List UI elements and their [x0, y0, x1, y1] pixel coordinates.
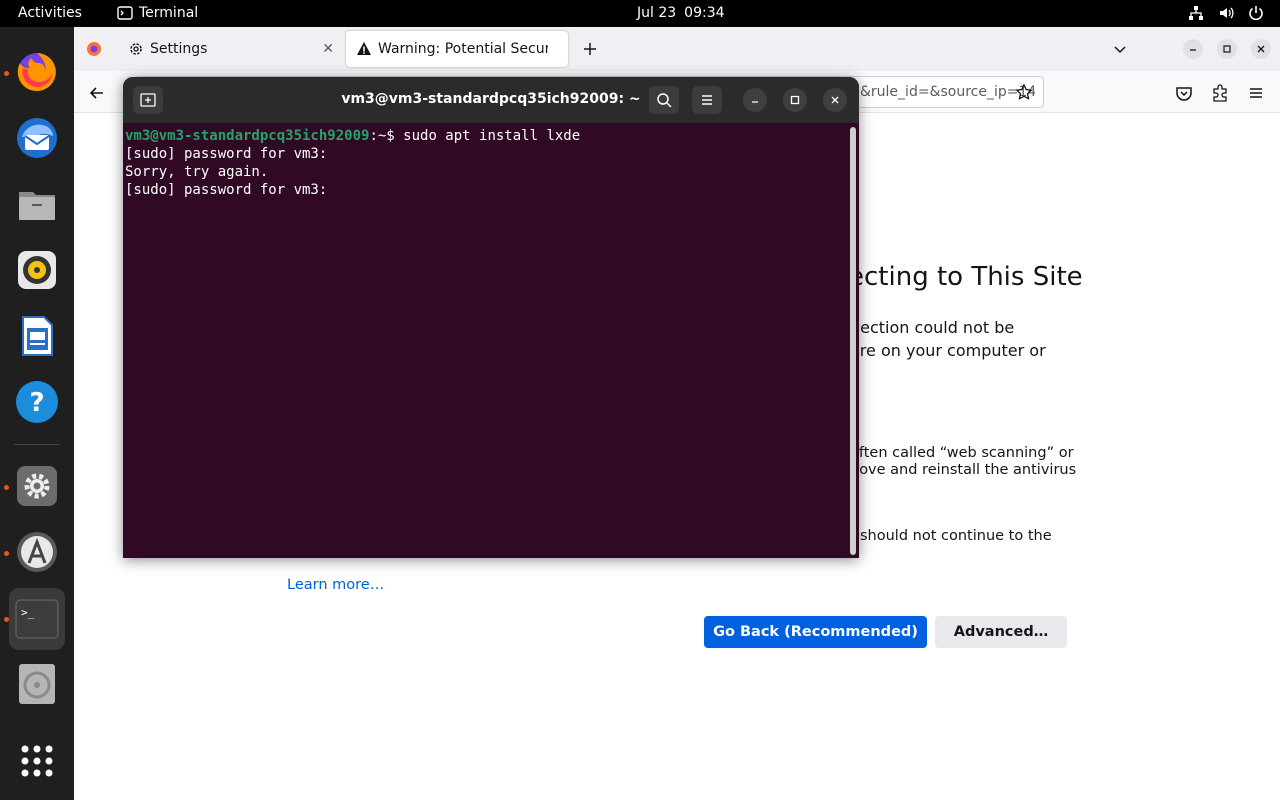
terminal-output[interactable]: vm3@vm3-standardpcq35ich92009:~$ sudo ap…: [125, 127, 845, 557]
close-icon: [831, 96, 839, 104]
chevron-down-icon[interactable]: [1112, 41, 1128, 57]
disc-icon[interactable]: [9, 656, 65, 712]
dock: ? >_: [0, 27, 74, 800]
menu-button[interactable]: [692, 86, 722, 114]
go-back-button[interactable]: Go Back (Recommended): [704, 616, 927, 648]
new-tab-icon[interactable]: [582, 41, 598, 57]
dock-separator: [14, 444, 60, 445]
volume-icon: [1220, 7, 1234, 19]
close-window-button[interactable]: [1251, 39, 1271, 59]
files-icon[interactable]: [9, 176, 65, 232]
rhythmbox-icon[interactable]: [9, 242, 65, 298]
page-title: ecting to This Site: [848, 262, 1083, 292]
activities-button[interactable]: Activities: [18, 5, 82, 21]
url-text: &rule_id=&source_ip=143: [860, 84, 1035, 100]
terminal-window[interactable]: vm3@vm3-standardpcq35ich92009: ~ vm3@vm3…: [123, 77, 859, 558]
clock[interactable]: Jul 23 09:34: [637, 5, 725, 21]
terminal-line: Sorry, try again.: [125, 164, 269, 180]
learn-more-link[interactable]: Learn more…: [287, 577, 384, 593]
minimize-icon: [752, 101, 758, 103]
time: 09:34: [684, 5, 725, 21]
page-list-item: should not continue to the: [860, 528, 1052, 544]
maximize-icon: [790, 95, 800, 105]
search-icon: [657, 93, 672, 108]
libreoffice-writer-icon[interactable]: [9, 308, 65, 364]
tab-label: Warning: Potential Securi: [378, 41, 548, 57]
terminal-maximize-button[interactable]: [783, 88, 807, 112]
terminal-scrollbar[interactable]: [850, 127, 856, 555]
firefox-icon[interactable]: [9, 44, 65, 100]
tab-label: Settings: [150, 41, 208, 57]
terminal-line: [sudo] password for vm3:: [125, 182, 328, 198]
software-updater-icon[interactable]: [9, 524, 65, 580]
hamburger-menu-icon[interactable]: [1247, 84, 1265, 102]
terminal-command-line: vm3@vm3-standardpcq35ich92009:~$ sudo ap…: [125, 127, 845, 145]
network-icon: [1189, 6, 1203, 20]
top-bar: Activities Terminal Jul 23 09:34: [0, 0, 1280, 27]
thunderbird-icon[interactable]: [9, 110, 65, 166]
svg-text:?: ?: [29, 388, 44, 418]
hamburger-menu-icon: [702, 95, 712, 105]
bookmark-star-icon[interactable]: [1015, 83, 1033, 101]
page-paragraph: nection could not be: [850, 318, 1015, 337]
close-icon[interactable]: ✕: [322, 41, 334, 57]
pocket-icon[interactable]: [1175, 84, 1193, 102]
settings-icon[interactable]: [9, 458, 65, 514]
firefox-view-icon[interactable]: [86, 41, 102, 57]
warning-icon: [357, 42, 371, 55]
date: Jul 23: [637, 5, 677, 21]
show-apps-icon[interactable]: [9, 733, 65, 789]
page-list-item: nove and reinstall the antivirus: [850, 462, 1077, 478]
advanced-button[interactable]: Advanced…: [935, 616, 1067, 648]
power-icon: [1249, 6, 1263, 21]
gear-icon: [130, 43, 142, 55]
tab-settings[interactable]: Settings ✕: [118, 31, 344, 67]
system-tray[interactable]: [1188, 5, 1264, 21]
command-text: sudo apt install lxde: [403, 128, 581, 144]
tab-strip: Settings ✕ Warning: Potential Securi: [74, 27, 1280, 71]
back-arrow-icon[interactable]: [88, 84, 106, 102]
terminal-header-bar[interactable]: vm3@vm3-standardpcq35ich92009: ~: [123, 77, 859, 123]
extensions-icon[interactable]: [1211, 84, 1229, 102]
app-name: Terminal: [139, 5, 199, 21]
terminal-close-button[interactable]: [823, 88, 847, 112]
svg-text:>_: >_: [21, 606, 35, 619]
tab-warning[interactable]: Warning: Potential Securi: [346, 31, 568, 67]
prompt-suffix: :~$: [369, 128, 404, 144]
page-paragraph: are on your computer or: [850, 341, 1046, 360]
search-button[interactable]: [649, 86, 679, 114]
terminal-line: [sudo] password for vm3:: [125, 146, 328, 162]
minimize-button[interactable]: [1183, 39, 1203, 59]
app-menu[interactable]: Terminal: [117, 5, 198, 21]
help-icon[interactable]: ?: [9, 374, 65, 430]
terminal-minimize-button[interactable]: [743, 88, 767, 112]
prompt-user: vm3@vm3-standardpcq35ich92009: [125, 128, 370, 144]
terminal-app-icon: [117, 6, 133, 20]
maximize-button[interactable]: [1217, 39, 1237, 59]
terminal-icon[interactable]: >_: [9, 588, 65, 650]
page-list-item: often called “web scanning” or: [850, 445, 1074, 461]
